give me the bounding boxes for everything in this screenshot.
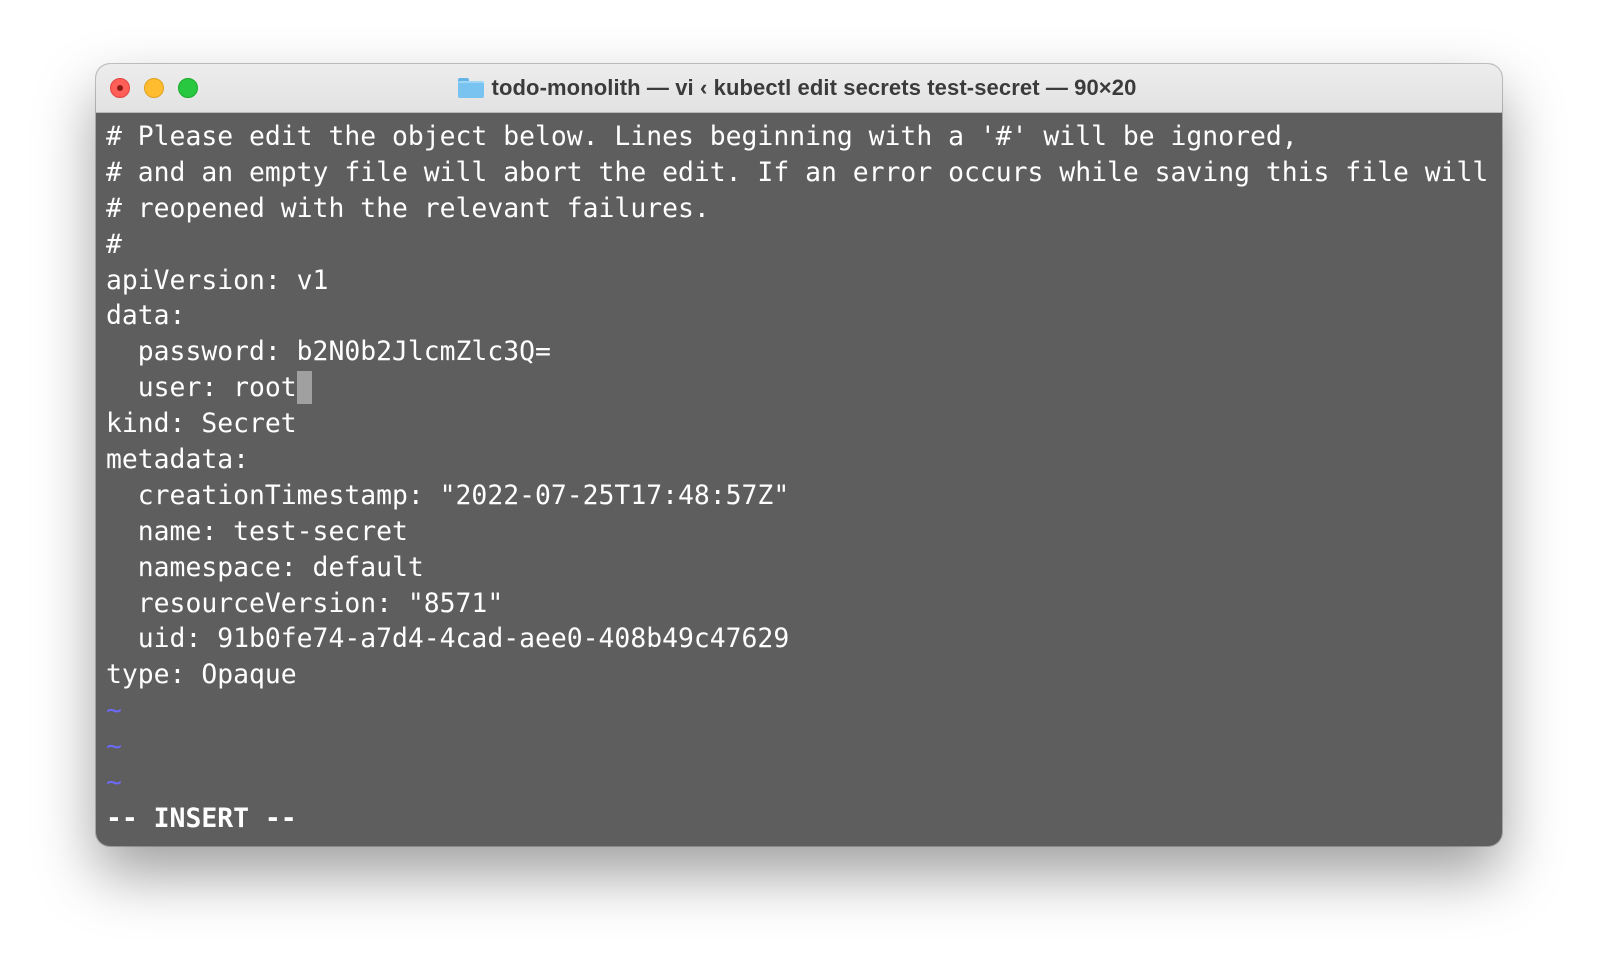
window-title-container: todo-monolith — vi ‹ kubectl edit secret… xyxy=(96,64,1502,112)
yaml-line-type: type: Opaque xyxy=(106,659,297,691)
comment-line: # xyxy=(106,228,122,260)
user-line-text: user: root xyxy=(106,372,297,404)
yaml-line-namespace: namespace: default xyxy=(106,551,424,583)
yaml-line-apiversion: apiVersion: v1 xyxy=(106,264,329,296)
terminal-content[interactable]: # Please edit the object below. Lines be… xyxy=(96,113,1502,846)
window-title: todo-monolith — vi ‹ kubectl edit secret… xyxy=(491,75,1137,100)
title-bar[interactable]: todo-monolith — vi ‹ kubectl edit secret… xyxy=(96,64,1502,113)
empty-line-marker: ~ xyxy=(106,767,122,799)
yaml-line-resource-version: resourceVersion: "8571" xyxy=(106,587,504,619)
yaml-line-password: password: b2N0b2JlcmZlc3Q= xyxy=(106,336,551,368)
text-cursor xyxy=(296,371,312,405)
yaml-line-data: data: xyxy=(106,300,186,332)
comment-line: # Please edit the object below. Lines be… xyxy=(106,121,1298,152)
yaml-line-user: user: root xyxy=(106,370,1502,406)
yaml-line-uid: uid: 91b0fe74-a7d4-4cad-aee0-408b49c4762… xyxy=(106,623,790,655)
yaml-line-name: name: test-secret xyxy=(106,515,408,547)
folder-icon xyxy=(457,78,484,98)
empty-line-marker: ~ xyxy=(106,731,122,763)
yaml-line-creation-timestamp: creationTimestamp: "2022-07-25T17:48:57Z… xyxy=(106,479,790,511)
mode-indicator: -- INSERT -- xyxy=(106,802,297,834)
comment-line: # reopened with the relevant failures. xyxy=(106,192,710,224)
yaml-line-kind: kind: Secret xyxy=(106,408,297,440)
yaml-line-metadata: metadata: xyxy=(106,444,249,476)
terminal-window: todo-monolith — vi ‹ kubectl edit secret… xyxy=(96,64,1502,846)
comment-line: # and an empty file will abort the edit.… xyxy=(106,156,1502,188)
empty-line-marker: ~ xyxy=(106,695,122,727)
